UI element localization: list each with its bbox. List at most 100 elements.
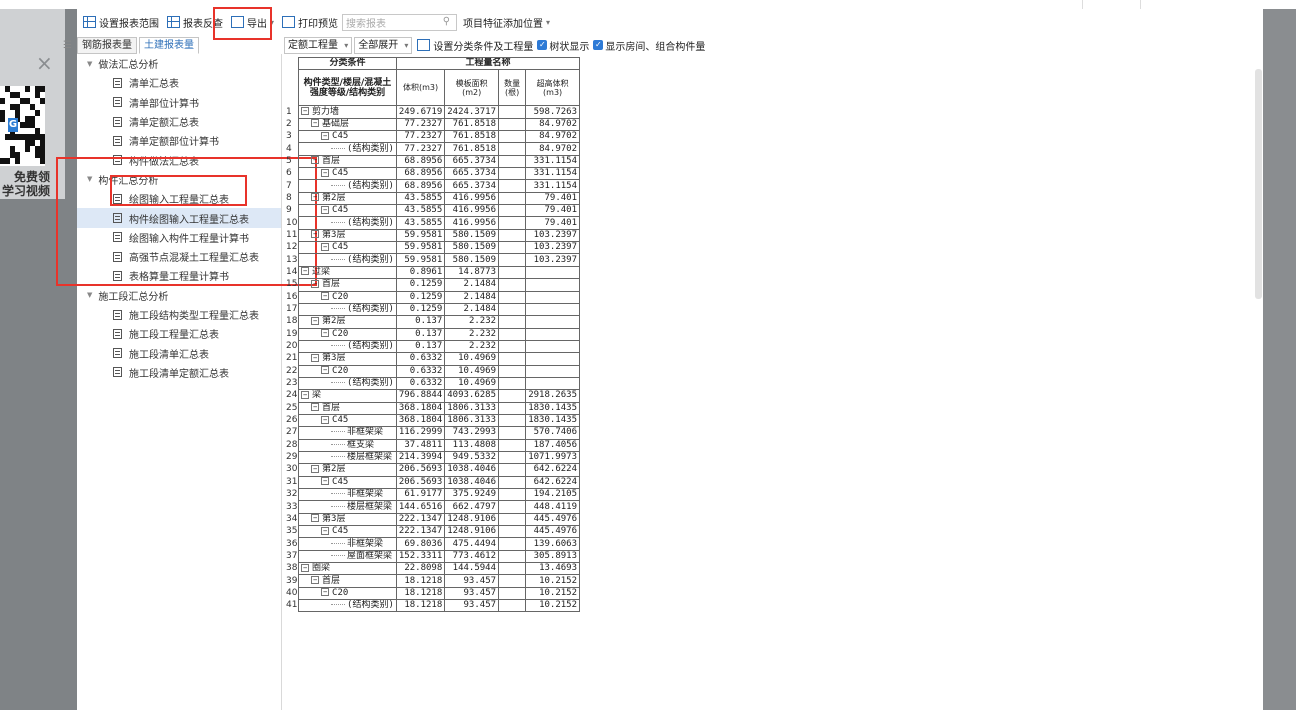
table-row[interactable]: 37 屋面框架梁 152.3311 773.4612 305.8913 xyxy=(284,549,580,564)
collapse-toggle-icon[interactable]: − xyxy=(301,390,310,399)
tree-item[interactable]: 施工段清单汇总表 xyxy=(77,343,281,362)
table-row[interactable]: 40− C20 18.1218 93.457 10.2152 xyxy=(284,586,580,601)
table-row[interactable]: 11− 第3层 59.9581 580.1509 103.2397 xyxy=(284,228,580,243)
printer-icon xyxy=(282,16,296,28)
table-row[interactable]: 36 非框架梁 69.8036 475.4494 139.6063 xyxy=(284,537,580,551)
table-row[interactable]: 12− C45 59.9581 580.1509 103.2397 xyxy=(284,241,580,255)
table-row[interactable]: 4 (结构类别) 77.2327 761.8518 84.9702 xyxy=(284,142,580,156)
vertical-scrollbar[interactable] xyxy=(1255,69,1262,299)
tree-group[interactable]: ▼ 做法汇总分析 xyxy=(77,54,281,73)
collapse-toggle-icon[interactable]: − xyxy=(321,131,330,140)
tree-item[interactable]: 清单部位计算书 xyxy=(77,93,281,112)
table-row[interactable]: 31− C45 206.5693 1038.4046 642.6224 xyxy=(284,475,580,490)
table-row[interactable]: 14− 过梁 0.8961 14.8773 xyxy=(284,265,580,280)
menu-icon[interactable]: ☰ xyxy=(63,40,72,51)
table-row[interactable]: 9− C45 43.5855 416.9956 79.401 xyxy=(284,204,580,218)
table-row[interactable]: 28 框支梁 37.4811 113.4808 187.4056 xyxy=(284,438,580,452)
table-row[interactable]: 19− C20 0.137 2.232 xyxy=(284,327,580,341)
promo-text[interactable]: 免费领 学习视频 xyxy=(0,170,50,198)
table-row[interactable]: 1− 剪力墙 249.6719 2424.3717 598.7263 xyxy=(284,105,580,119)
tab-civil[interactable]: 土建报表量 xyxy=(139,37,199,54)
print-preview-button[interactable]: 打印预览 xyxy=(280,12,340,32)
collapse-toggle-icon[interactable]: − xyxy=(311,353,320,362)
collapse-toggle-icon[interactable]: − xyxy=(321,477,330,486)
table-row[interactable]: 5− 首层 68.8956 665.3734 331.1154 xyxy=(284,154,580,169)
table-row[interactable]: 10 (结构类别) 43.5855 416.9956 79.401 xyxy=(284,216,580,230)
table-row[interactable]: 41 (结构类别) 18.1218 93.457 10.2152 xyxy=(284,599,580,613)
collapse-toggle-icon[interactable]: − xyxy=(311,576,320,585)
table-row[interactable]: 34− 第3层 222.1347 1248.9106 445.4976 xyxy=(284,512,580,527)
tree-display-checkbox[interactable]: ✓ xyxy=(537,40,548,50)
collapse-toggle-icon[interactable]: − xyxy=(321,292,330,301)
collapse-toggle-icon[interactable]: − xyxy=(321,205,330,214)
tree-item[interactable]: 清单定额部位计算书 xyxy=(77,131,281,150)
collapse-toggle-icon[interactable]: − xyxy=(321,366,330,375)
collapse-toggle-icon[interactable]: − xyxy=(311,279,320,288)
table-row[interactable]: 29 楼层框架梁 214.3994 949.5332 1071.9973 xyxy=(284,450,580,465)
search-icon[interactable]: ⚲ xyxy=(443,16,450,27)
search-input[interactable]: 搜索报表 ⚲ xyxy=(342,13,458,31)
tree-group[interactable]: ▼ 施工段汇总分析 xyxy=(77,286,281,305)
collapse-toggle-icon[interactable]: − xyxy=(321,526,330,535)
table-row[interactable]: 27 非框架梁 116.2999 743.2993 570.7406 xyxy=(284,426,580,440)
quota-qty-dropdown[interactable]: 定额工程量 ▾ xyxy=(284,36,353,54)
table-row[interactable]: 21− 第3层 0.6332 10.4969 xyxy=(284,352,580,366)
table-row[interactable]: 30− 第2层 206.5693 1038.4046 642.6224 xyxy=(284,463,580,477)
collapse-toggle-icon[interactable]: − xyxy=(311,403,320,412)
close-icon[interactable]: × xyxy=(36,51,53,75)
table-row[interactable]: 8− 第2层 43.5855 416.9956 79.401 xyxy=(284,191,580,206)
table-row[interactable]: 23 (结构类别) 0.6332 10.4969 xyxy=(284,376,580,391)
collapse-toggle-icon[interactable]: − xyxy=(311,464,320,473)
cell-formwork: 93.457 xyxy=(444,599,500,613)
collapse-toggle-icon[interactable]: − xyxy=(301,107,310,116)
cell-formwork: 580.1509 xyxy=(444,253,500,267)
set-range-button[interactable]: 设置报表范围 xyxy=(81,12,161,32)
table-row[interactable]: 26− C45 368.1804 1806.3133 1830.1435 xyxy=(284,413,580,428)
table-row[interactable]: 13 (结构类别) 59.9581 580.1509 103.2397 xyxy=(284,253,580,267)
table-row[interactable]: 17 (结构类别) 0.1259 2.1484 xyxy=(284,302,580,317)
tree-item[interactable]: 清单汇总表 xyxy=(77,73,281,92)
table-row[interactable]: 7 (结构类别) 68.8956 665.3734 331.1154 xyxy=(284,179,580,193)
cell-overheight: 642.6224 xyxy=(525,475,580,490)
table-row[interactable]: 16− C20 0.1259 2.1484 xyxy=(284,290,580,304)
collapse-toggle-icon[interactable]: − xyxy=(311,156,320,165)
tree-item[interactable]: 施工段工程量汇总表 xyxy=(77,324,281,343)
tab-steel[interactable]: 钢筋报表量 xyxy=(77,37,137,54)
tree-item[interactable]: 施工段结构类型工程量汇总表 xyxy=(77,305,281,324)
tree-item[interactable]: 施工段清单定额汇总表 xyxy=(77,363,281,382)
feature-position-dropdown[interactable]: 项目特征添加位置 ▾ xyxy=(461,12,552,32)
table-row[interactable]: 6− C45 68.8956 665.3734 331.1154 xyxy=(284,167,580,181)
table-row[interactable]: 24− 梁 796.8844 4093.6285 2918.2635 xyxy=(284,389,580,403)
collapse-toggle-icon[interactable]: − xyxy=(321,415,330,424)
collapse-toggle-icon[interactable]: − xyxy=(321,329,330,338)
collapse-toggle-icon[interactable]: − xyxy=(311,230,320,239)
table-row[interactable]: 25− 首层 368.1804 1806.3133 1830.1435 xyxy=(284,401,580,415)
show-rooms-checkbox[interactable]: ✓ xyxy=(593,40,604,50)
collapse-toggle-icon[interactable]: − xyxy=(321,242,330,251)
table-row[interactable]: 35− C45 222.1347 1248.9106 445.4976 xyxy=(284,525,580,539)
collapse-toggle-icon[interactable]: − xyxy=(321,168,330,177)
expand-arrow-icon[interactable]: ▼ xyxy=(87,291,92,299)
collapse-toggle-icon[interactable]: − xyxy=(301,267,310,276)
collapse-toggle-icon[interactable]: − xyxy=(311,514,320,523)
table-row[interactable]: 18− 第2层 0.137 2.232 xyxy=(284,315,580,329)
table-row[interactable]: 15− 首层 0.1259 2.1484 xyxy=(284,278,580,292)
table-row[interactable]: 39− 首层 18.1218 93.457 10.2152 xyxy=(284,574,580,588)
expand-all-dropdown[interactable]: 全部展开 ▾ xyxy=(354,36,413,54)
collapse-toggle-icon[interactable]: − xyxy=(321,588,330,597)
collapse-toggle-icon[interactable]: − xyxy=(311,119,320,128)
table-row[interactable]: 33 楼层框架梁 144.6516 662.4797 448.4119 xyxy=(284,500,580,514)
table-row[interactable]: 2− 基础层 77.2327 761.8518 84.9702 xyxy=(284,117,580,132)
collapse-toggle-icon[interactable]: − xyxy=(311,193,320,202)
collapse-toggle-icon[interactable]: − xyxy=(301,563,310,572)
cell-count xyxy=(498,154,527,169)
expand-arrow-icon[interactable]: ▼ xyxy=(87,60,92,68)
table-row[interactable]: 38− 圈梁 22.8098 144.5944 13.4693 xyxy=(284,562,580,576)
table-row[interactable]: 32 非框架梁 61.9177 375.9249 194.2105 xyxy=(284,487,580,502)
table-row[interactable]: 3− C45 77.2327 761.8518 84.9702 xyxy=(284,130,580,144)
tree-item[interactable]: 清单定额汇总表 xyxy=(77,112,281,131)
set-class-button[interactable]: 设置分类条件及工程量 xyxy=(433,38,533,53)
collapse-toggle-icon[interactable]: − xyxy=(311,316,320,325)
table-row[interactable]: 22− C20 0.6332 10.4969 xyxy=(284,364,580,378)
table-row[interactable]: 20 (结构类别) 0.137 2.232 xyxy=(284,339,580,354)
